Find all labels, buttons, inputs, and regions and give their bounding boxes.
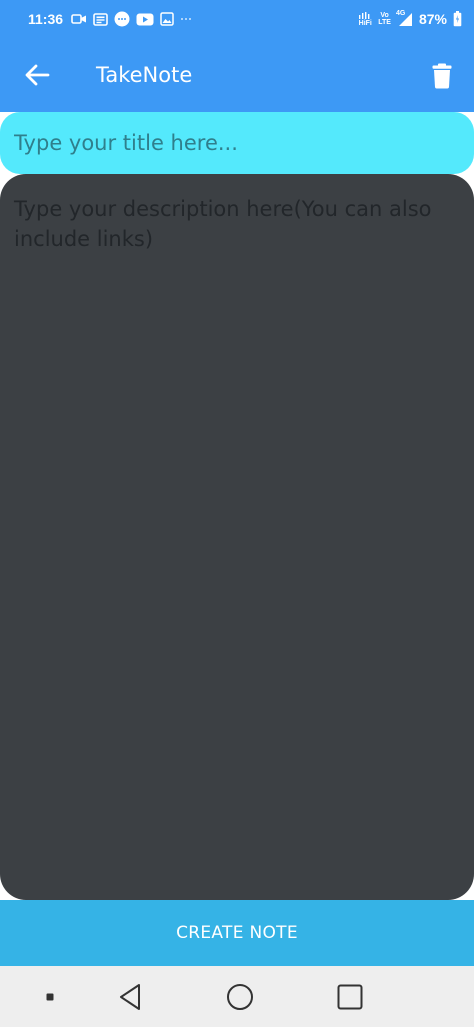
battery-icon (453, 11, 462, 27)
volte-bottom-label: LTE (378, 19, 391, 26)
video-call-icon (71, 13, 87, 25)
app-bar: TakeNote (0, 38, 474, 112)
battery-percent: 87% (418, 11, 447, 27)
signal-icon: 4G (395, 9, 413, 27)
back-button[interactable] (20, 60, 54, 90)
hifi-icon: HiFi (358, 11, 372, 27)
hifi-label: HiFi (358, 19, 372, 27)
network-type-label: 4G (395, 9, 406, 17)
triangle-back-icon (120, 984, 140, 1010)
small-square-icon (46, 993, 54, 1001)
nav-home-button[interactable] (222, 980, 258, 1014)
title-input[interactable] (0, 112, 474, 174)
circle-home-icon (227, 984, 253, 1010)
trash-icon (432, 63, 452, 89)
back-arrow-icon (25, 64, 50, 86)
navigation-bar (0, 966, 474, 1027)
app-title: TakeNote (96, 63, 193, 87)
status-right: HiFi Vo LTE 4G 87% (358, 9, 462, 27)
volte-top-label: Vo (380, 12, 389, 19)
nav-back-button[interactable] (112, 980, 148, 1014)
more-dots-icon (180, 16, 192, 22)
messages-icon (114, 11, 130, 27)
youtube-icon (136, 13, 154, 26)
volte-icon: Vo LTE (378, 12, 391, 26)
delete-button[interactable] (426, 60, 458, 92)
gallery-icon (160, 12, 174, 26)
nav-recents-button[interactable] (332, 980, 368, 1014)
square-recents-icon (337, 984, 363, 1010)
description-input[interactable] (0, 174, 474, 900)
create-note-button[interactable]: CREATE NOTE (0, 900, 474, 966)
status-left: 11:36 (28, 11, 192, 27)
status-time: 11:36 (28, 11, 64, 27)
status-bar: 11:36 HiFi Vo LTE 4G 87% (0, 0, 474, 38)
recents-menu-button[interactable] (32, 980, 68, 1014)
news-icon (93, 12, 108, 26)
